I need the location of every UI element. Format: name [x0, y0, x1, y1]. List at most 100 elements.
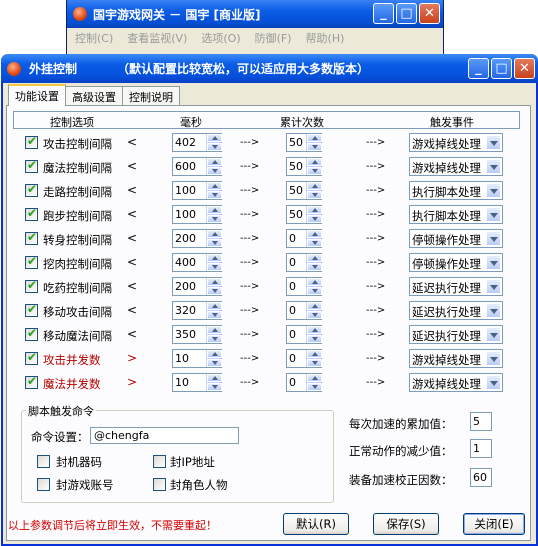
ms-spinner[interactable]: 100 [172, 205, 222, 224]
row-checkbox[interactable]: ✔ [25, 374, 38, 389]
ms-spinner[interactable]: 200 [172, 229, 222, 248]
event-select[interactable]: 游戏掉线处理 [409, 349, 503, 368]
spinner-arrows[interactable] [306, 158, 322, 175]
ms-spinner[interactable]: 10 [172, 373, 222, 392]
ms-spinner[interactable]: 400 [172, 253, 222, 272]
row-checkbox[interactable]: ✔ [25, 230, 38, 245]
spinner-arrows[interactable] [306, 374, 322, 391]
spinner-arrows[interactable] [206, 158, 222, 175]
event-select[interactable]: 延迟执行处理 [409, 301, 503, 320]
chevron-down-icon[interactable] [486, 327, 501, 342]
event-select[interactable]: 游戏掉线处理 [409, 373, 503, 392]
ms-spinner[interactable]: 320 [172, 301, 222, 320]
event-select[interactable]: 执行脚本处理 [409, 181, 503, 200]
spinner-arrows[interactable] [206, 254, 222, 271]
tab-advanced-settings[interactable]: 高级设置 [65, 86, 123, 106]
spinner-arrows[interactable] [306, 278, 322, 295]
minimize-button[interactable]: _ [468, 58, 489, 79]
ms-spinner[interactable]: 10 [172, 349, 222, 368]
count-spinner[interactable]: 50 [286, 133, 322, 152]
row-checkbox[interactable]: ✔ [25, 254, 38, 269]
row-checkbox[interactable]: ✔ [25, 134, 38, 149]
spinner-arrows[interactable] [206, 182, 222, 199]
close-button[interactable]: ✕ [514, 58, 535, 79]
spinner-arrows[interactable] [306, 254, 322, 271]
menu-item-defense[interactable]: 防御(F) [255, 30, 292, 46]
count-spinner[interactable]: 0 [286, 325, 322, 344]
count-spinner[interactable]: 0 [286, 349, 322, 368]
default-button[interactable]: 默认(R) [283, 513, 349, 535]
ms-spinner[interactable]: 350 [172, 325, 222, 344]
spinner-arrows[interactable] [206, 134, 222, 151]
count-spinner[interactable]: 0 [286, 277, 322, 296]
ms-spinner[interactable]: 100 [172, 181, 222, 200]
row-checkbox[interactable]: ✔ [25, 182, 38, 197]
event-select[interactable]: 停顿操作处理 [409, 253, 503, 272]
background-minimize-button[interactable]: _ [373, 3, 394, 24]
ms-spinner[interactable]: 402 [172, 133, 222, 152]
background-maximize-button[interactable]: □ [396, 3, 417, 24]
ban-character-checkbox[interactable] [153, 478, 166, 491]
event-select[interactable]: 停顿操作处理 [409, 229, 503, 248]
spinner-arrows[interactable] [306, 302, 322, 319]
background-close-button[interactable]: ✕ [419, 3, 440, 24]
spinner-arrows[interactable] [306, 350, 322, 367]
spinner-arrows[interactable] [306, 326, 322, 343]
row-checkbox[interactable]: ✔ [25, 278, 38, 293]
chevron-down-icon[interactable] [486, 303, 501, 318]
chevron-down-icon[interactable] [486, 183, 501, 198]
command-input[interactable]: @chengfa [90, 427, 239, 444]
count-spinner[interactable]: 0 [286, 373, 322, 392]
ban-machine-checkbox[interactable] [37, 455, 50, 468]
count-spinner[interactable]: 0 [286, 229, 322, 248]
count-spinner[interactable]: 0 [286, 253, 322, 272]
chevron-down-icon[interactable] [486, 255, 501, 270]
row-checkbox[interactable]: ✔ [25, 158, 38, 173]
row-checkbox[interactable]: ✔ [25, 326, 38, 341]
save-button[interactable]: 保存(S) [373, 513, 439, 535]
ms-spinner[interactable]: 600 [172, 157, 222, 176]
event-select[interactable]: 游戏掉线处理 [409, 157, 503, 176]
spinner-arrows[interactable] [206, 302, 222, 319]
chevron-down-icon[interactable] [486, 351, 501, 366]
spinner-arrows[interactable] [306, 182, 322, 199]
maximize-button[interactable]: □ [491, 58, 512, 79]
spinner-arrows[interactable] [206, 374, 222, 391]
tab-control-help[interactable]: 控制说明 [122, 86, 180, 106]
menu-item-help[interactable]: 帮助(H) [306, 30, 345, 46]
menu-item-view[interactable]: 查看监视(V) [127, 30, 187, 46]
tab-function-settings[interactable]: 功能设置 [8, 84, 66, 106]
chevron-down-icon[interactable] [486, 231, 501, 246]
event-select[interactable]: 游戏掉线处理 [409, 133, 503, 152]
ms-spinner[interactable]: 200 [172, 277, 222, 296]
chevron-down-icon[interactable] [486, 375, 501, 390]
menu-item-control[interactable]: 控制(C) [75, 30, 113, 46]
spinner-arrows[interactable] [306, 134, 322, 151]
menu-item-options[interactable]: 选项(O) [201, 30, 240, 46]
event-select[interactable]: 延迟执行处理 [409, 277, 503, 296]
row-checkbox[interactable]: ✔ [25, 350, 38, 365]
close-dialog-button[interactable]: 关闭(E) [463, 513, 525, 535]
spinner-arrows[interactable] [206, 230, 222, 247]
event-select[interactable]: 执行脚本处理 [409, 205, 503, 224]
count-spinner[interactable]: 0 [286, 301, 322, 320]
spinner-arrows[interactable] [306, 206, 322, 223]
chevron-down-icon[interactable] [486, 159, 501, 174]
row-checkbox[interactable]: ✔ [25, 302, 38, 317]
chevron-down-icon[interactable] [486, 279, 501, 294]
chevron-down-icon[interactable] [486, 135, 501, 150]
accumulate-spinner[interactable]: 5 [470, 412, 492, 431]
event-select[interactable]: 延迟执行处理 [409, 325, 503, 344]
spinner-arrows[interactable] [306, 230, 322, 247]
ban-account-checkbox[interactable] [37, 478, 50, 491]
count-spinner[interactable]: 50 [286, 205, 322, 224]
count-spinner[interactable]: 50 [286, 157, 322, 176]
row-checkbox[interactable]: ✔ [25, 206, 38, 221]
ban-ip-checkbox[interactable] [153, 455, 166, 468]
spinner-arrows[interactable] [206, 326, 222, 343]
spinner-arrows[interactable] [206, 206, 222, 223]
spinner-arrows[interactable] [206, 350, 222, 367]
chevron-down-icon[interactable] [486, 207, 501, 222]
spinner-arrows[interactable] [206, 278, 222, 295]
decrease-spinner[interactable]: 1 [470, 439, 492, 458]
